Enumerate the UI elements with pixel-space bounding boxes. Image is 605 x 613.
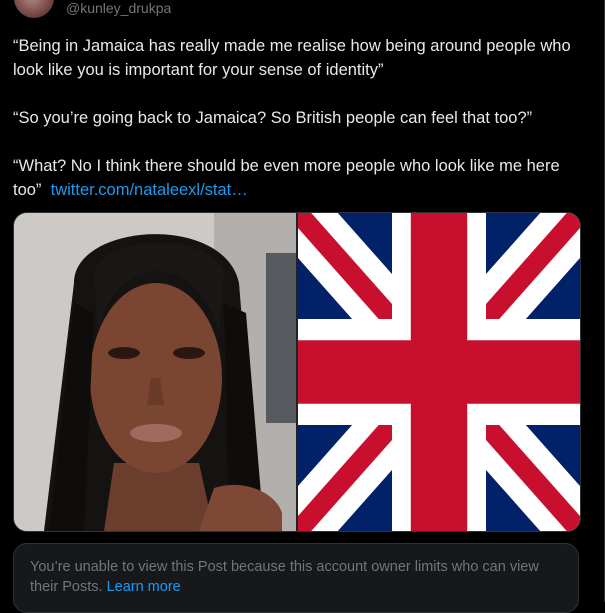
restricted-post-notice: You’re unable to view this Post because … — [13, 543, 579, 613]
woman-photo[interactable] — [14, 213, 296, 531]
tweet-media[interactable] — [13, 212, 581, 532]
tweet-paragraph-3: “What? No I think there should be even m… — [13, 157, 560, 199]
avatar[interactable] — [14, 0, 54, 18]
tweet-text: “Being in Jamaica has really made me rea… — [13, 34, 583, 202]
learn-more-link[interactable]: Learn more — [107, 579, 181, 595]
union-jack-flag[interactable] — [278, 213, 580, 531]
tweet-paragraph-1: “Being in Jamaica has really made me rea… — [13, 37, 571, 79]
tweet-paragraph-2: “So you’re going back to Jamaica? So Bri… — [13, 109, 533, 127]
user-handle[interactable]: @kunley_drukpa — [66, 0, 171, 17]
tweet-link[interactable]: twitter.com/nataleexl/stat… — [51, 181, 248, 199]
